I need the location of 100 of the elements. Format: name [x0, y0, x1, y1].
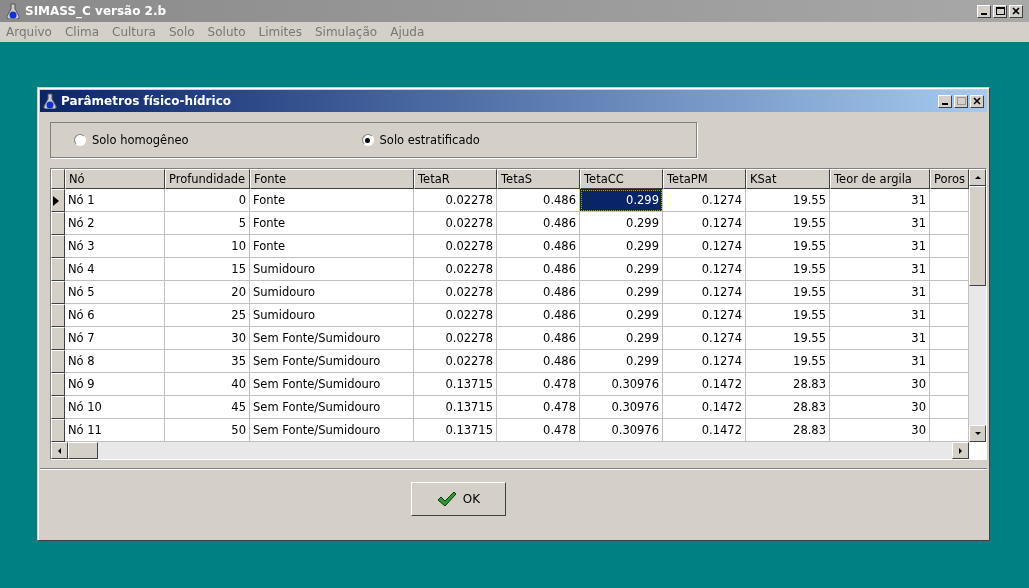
column-header[interactable]: KSat: [746, 169, 830, 189]
table-cell: 30: [830, 396, 930, 419]
table-cell: 0.299: [580, 304, 663, 327]
close-button[interactable]: [1009, 4, 1023, 18]
table-cell: 0.486: [497, 327, 580, 350]
column-header[interactable]: Fonte: [250, 169, 414, 189]
close-button[interactable]: [970, 94, 984, 108]
table-cell: 0.478: [497, 396, 580, 419]
table-cell: Sumidouro: [250, 258, 414, 281]
row-indicator[interactable]: [51, 396, 65, 419]
table-cell: 0.299: [580, 212, 663, 235]
table-cell: 30: [165, 327, 250, 350]
table-cell: 0.30976: [580, 396, 663, 419]
table-cell: 31: [830, 304, 930, 327]
table-cell: 0.486: [497, 281, 580, 304]
table-cell: 0.02278: [414, 258, 497, 281]
radio-button[interactable]: Solo homogêneo: [74, 133, 189, 147]
minimize-button[interactable]: [938, 94, 952, 108]
column-header[interactable]: TetaS: [497, 169, 580, 189]
scroll-up-button[interactable]: [969, 169, 986, 186]
table-cell: 10: [165, 235, 250, 258]
table-cell: Nó 1: [65, 189, 165, 212]
table-cell: Sem Fonte/Sumidouro: [250, 350, 414, 373]
table-cell: 0.299: [580, 350, 663, 373]
table-cell: Nó 7: [65, 327, 165, 350]
column-header[interactable]: Profundidade: [165, 169, 250, 189]
maximize-button[interactable]: [954, 94, 968, 108]
table-cell: 0.299: [580, 189, 663, 212]
row-indicator[interactable]: [51, 373, 65, 396]
table-cell: Sem Fonte/Sumidouro: [250, 373, 414, 396]
column-header[interactable]: Nó: [65, 169, 165, 189]
scroll-thumb[interactable]: [68, 442, 98, 459]
table-cell: 19.55: [746, 327, 830, 350]
table-cell: 28.83: [746, 396, 830, 419]
column-header[interactable]: TetaPM: [663, 169, 746, 189]
table-cell: Fonte: [250, 189, 414, 212]
table-cell: 25: [165, 304, 250, 327]
table-cell: Nó 5: [65, 281, 165, 304]
table-cell: 31: [830, 212, 930, 235]
table-cell: 28.83: [746, 373, 830, 396]
table-cell: 0.486: [497, 350, 580, 373]
table-cell: 31: [830, 189, 930, 212]
table-cell: 19.55: [746, 281, 830, 304]
table-cell: 0.13715: [414, 373, 497, 396]
row-indicator[interactable]: [51, 235, 65, 258]
table-cell: 0.1472: [663, 373, 746, 396]
table-cell: 0.1274: [663, 304, 746, 327]
table-cell: 0.30976: [580, 373, 663, 396]
table-cell: 31: [830, 281, 930, 304]
table-cell: 0.02278: [414, 304, 497, 327]
table-cell: 0.02278: [414, 281, 497, 304]
radio-button[interactable]: Solo estratificado: [361, 133, 480, 147]
dialog-title: Parâmetros físico-hídrico: [61, 94, 231, 108]
row-indicator[interactable]: [51, 189, 65, 212]
table-cell: Sumidouro: [250, 304, 414, 327]
column-header[interactable]: Poros: [930, 169, 969, 189]
scroll-right-button[interactable]: [952, 442, 969, 459]
table-cell: 19.55: [746, 304, 830, 327]
table-cell: 30: [830, 373, 930, 396]
scroll-left-button[interactable]: [51, 442, 68, 459]
table-cell: 31: [830, 235, 930, 258]
arrow-icon: [973, 173, 982, 182]
table-cell: 0.486: [497, 235, 580, 258]
radio-circle[interactable]: [361, 134, 374, 146]
table-cell: Fonte: [250, 235, 414, 258]
row-indicator[interactable]: [51, 212, 65, 235]
scroll-down-button[interactable]: [969, 425, 986, 442]
flask-icon: [43, 93, 57, 109]
row-indicator[interactable]: [51, 327, 65, 350]
table-cell: 0.478: [497, 373, 580, 396]
row-indicator[interactable]: [51, 258, 65, 281]
row-indicator[interactable]: [51, 419, 65, 442]
column-header[interactable]: TetaCC: [580, 169, 663, 189]
row-indicator[interactable]: [51, 304, 65, 327]
table-cell: 0.02278: [414, 212, 497, 235]
table-cell: 19.55: [746, 235, 830, 258]
table-cell: Nó 2: [65, 212, 165, 235]
table-cell: Nó 4: [65, 258, 165, 281]
table-cell: 0.1274: [663, 258, 746, 281]
table-cell: Sumidouro: [250, 281, 414, 304]
table-cell: 45: [165, 396, 250, 419]
table-cell: Nó 3: [65, 235, 165, 258]
table-cell: 0.299: [580, 258, 663, 281]
scroll-thumb[interactable]: [969, 186, 986, 286]
table-cell: 0.13715: [414, 396, 497, 419]
row-indicator[interactable]: [51, 350, 65, 373]
table-cell: Sem Fonte/Sumidouro: [250, 396, 414, 419]
window-title: SIMASS_C versão 2.b: [25, 4, 167, 18]
maximize-button[interactable]: [993, 4, 1007, 18]
table-cell: 0.1274: [663, 189, 746, 212]
table-cell: 0.1274: [663, 350, 746, 373]
minimize-button[interactable]: [977, 4, 991, 18]
column-header[interactable]: TetaR: [414, 169, 497, 189]
ok-button[interactable]: OK: [411, 481, 506, 516]
row-indicator[interactable]: [51, 281, 65, 304]
column-header[interactable]: Teor de argila: [830, 169, 930, 189]
flask-icon: [6, 3, 20, 19]
table-cell: 0.02278: [414, 327, 497, 350]
radio-circle[interactable]: [74, 134, 86, 146]
table-cell: 0.299: [580, 327, 663, 350]
